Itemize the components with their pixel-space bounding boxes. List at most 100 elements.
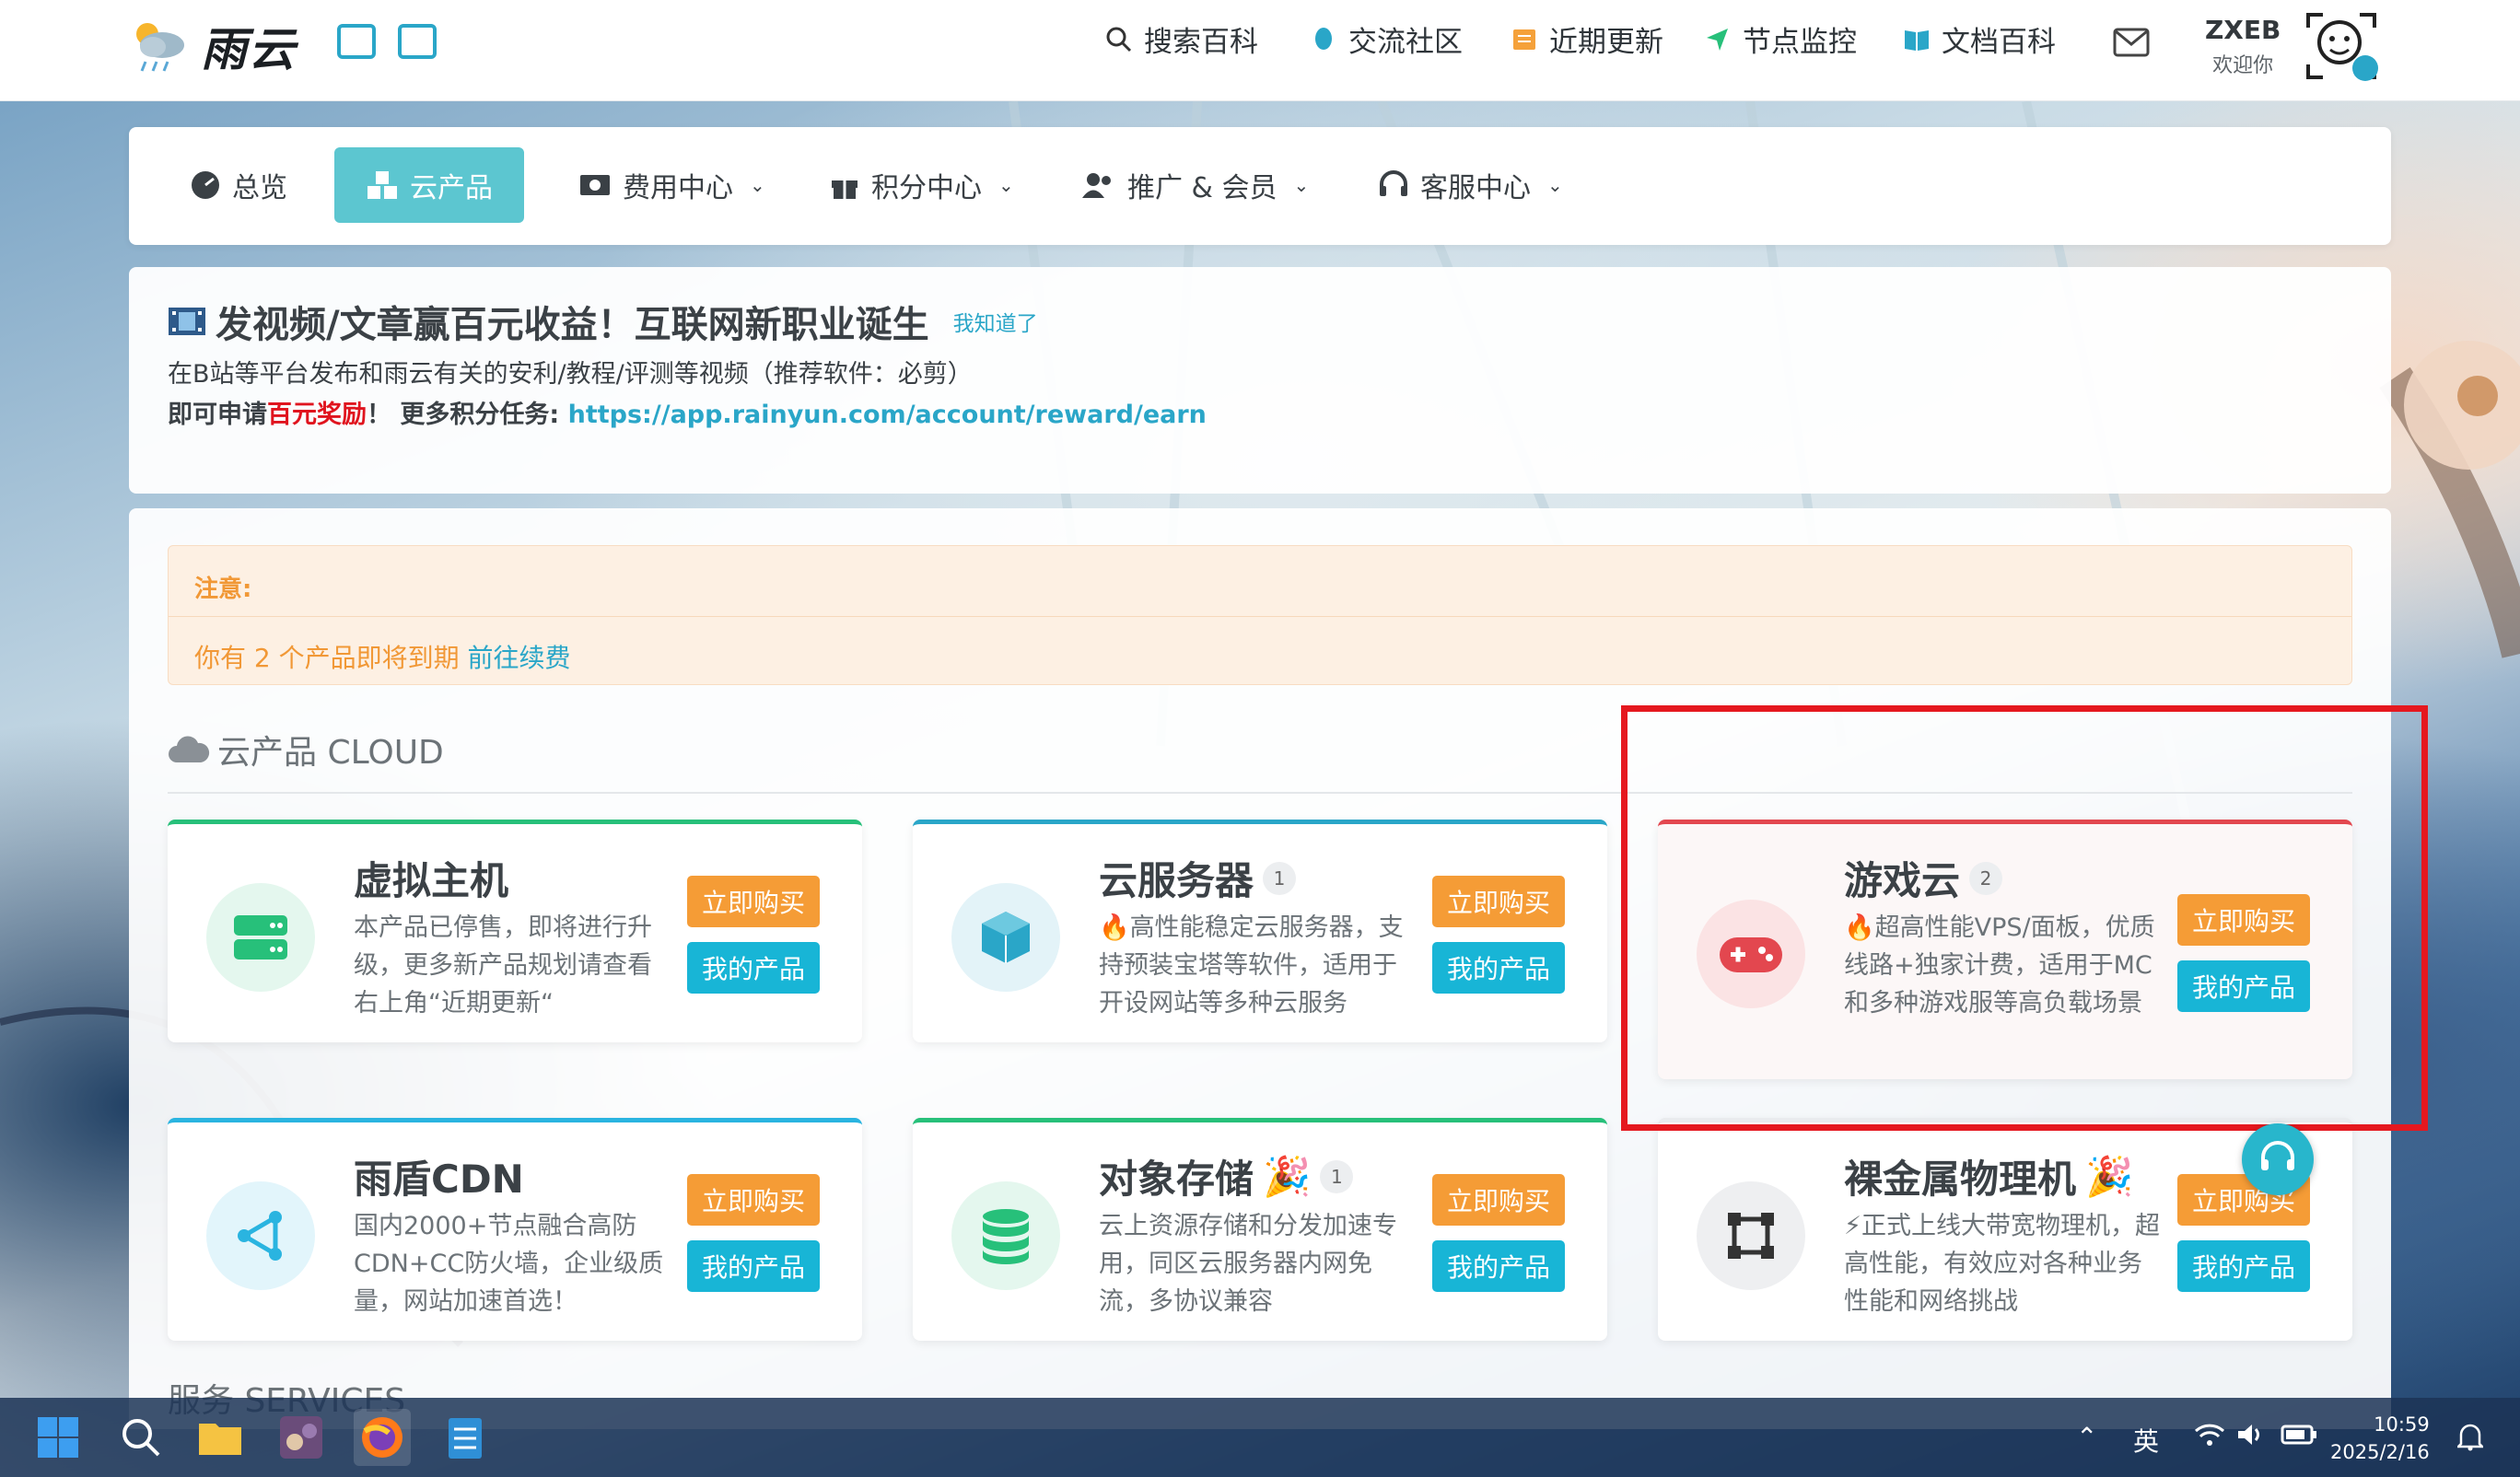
party-popper-icon: 🎉 <box>2085 1153 2134 1199</box>
ime-indicator[interactable]: 英 <box>2133 1422 2159 1459</box>
party-popper-icon: 🎉 <box>1263 1153 1312 1199</box>
announcement-title: 发视频/文章赢百元收益！互联网新职业诞生 我知道了 <box>168 295 1038 348</box>
my-products-button[interactable]: 我的产品 <box>2177 1240 2310 1292</box>
alert-title: 注意: <box>194 576 252 603</box>
nav-label: 搜索百科 <box>1144 26 1258 59</box>
avatar[interactable] <box>2303 7 2380 85</box>
product-description: 🔥超高性能VPS/面板，优质线路+独家计费，适用于MC和多种游戏服等高负载场景 <box>1844 913 2155 1018</box>
tray-expand-icon[interactable]: ⌃ <box>2076 1422 2097 1452</box>
section-title: 云产品 CLOUD <box>168 726 444 773</box>
nav-recent-updates[interactable]: 近期更新 <box>1511 18 1663 60</box>
nav-docs[interactable]: 文档百科 <box>1903 18 2056 60</box>
renew-link[interactable]: 前往续费 <box>468 643 571 673</box>
buy-now-button[interactable]: 立即购买 <box>1432 1174 1565 1226</box>
cube-icon <box>951 883 1060 992</box>
wifi-icon[interactable] <box>2194 1422 2225 1454</box>
rain-cloud-logo-icon <box>136 23 184 72</box>
volume-icon[interactable] <box>2236 1422 2266 1454</box>
menu-label: 总览 <box>232 172 287 204</box>
clock-time: 10:59 <box>2374 1413 2430 1436</box>
nav-community[interactable]: 交流社区 <box>1310 18 1463 60</box>
dismiss-link[interactable]: 我知道了 <box>953 306 1038 337</box>
money-icon <box>580 175 610 195</box>
logo-text: 雨云 <box>201 23 297 76</box>
announcement-line-1: 在B站等平台发布和雨云有关的安利/教程/评测等视频（推荐软件：必剪） <box>168 360 973 389</box>
announcement-heading: 发视频/文章赢百元收益！互联网新职业诞生 <box>216 304 929 346</box>
app-thumbnail-icon[interactable] <box>273 1409 330 1466</box>
taskbar-search-icon[interactable] <box>112 1409 169 1466</box>
menu-cloud-products[interactable]: 云产品 <box>334 147 524 223</box>
notification-bell-icon[interactable] <box>2455 1422 2486 1458</box>
my-products-button[interactable]: 我的产品 <box>2177 960 2310 1012</box>
product-description: 国内2000+节点融合高防CDN+CC防火墙，企业级质量，网站加速首选！ <box>354 1212 664 1316</box>
nav-label: 交流社区 <box>1348 26 1463 59</box>
top-navbar: 雨云 搜索百科 交流社区 近期更新 节点监控 文档百科 ZXEB 欢迎你 <box>0 0 2520 101</box>
user-info[interactable]: ZXEB 欢迎你 <box>2205 15 2281 78</box>
dashboard-icon <box>192 171 219 199</box>
nav-search-wiki[interactable]: 搜索百科 <box>1105 18 1258 60</box>
notepad-icon[interactable] <box>437 1409 494 1466</box>
product-name: 虚拟主机 <box>354 858 509 903</box>
support-chat-button[interactable] <box>2242 1123 2314 1195</box>
system-clock[interactable]: 10:59 2025/2/16 <box>2330 1411 2430 1466</box>
chevron-down-icon: ⌄ <box>1547 174 1563 196</box>
my-products-button[interactable]: 我的产品 <box>687 942 820 994</box>
buy-now-button[interactable]: 立即购买 <box>687 1174 820 1226</box>
product-card-cloud-server: 云服务器 1 🔥高性能稳定云服务器，支持预装宝塔等软件，适用于开设网站等多种云服务… <box>913 820 1607 1042</box>
alert-divider <box>169 616 2351 617</box>
product-name: 对象存储 <box>1099 1157 1254 1202</box>
menu-label: 推广 & 会员 <box>1127 172 1278 204</box>
reward-earn-link[interactable]: https://app.rainyun.com/account/reward/e… <box>568 401 1207 429</box>
menu-label: 云产品 <box>410 172 493 204</box>
nav-node-monitor[interactable]: 节点监控 <box>1704 18 1857 60</box>
file-explorer-icon[interactable] <box>192 1409 249 1466</box>
site-logo[interactable]: 雨云 <box>127 13 297 79</box>
my-products-button[interactable]: 我的产品 <box>1432 942 1565 994</box>
username: ZXEB <box>2205 15 2281 45</box>
image-icon[interactable] <box>337 24 376 59</box>
translate-icon[interactable] <box>398 24 437 59</box>
product-card-cdn: 雨盾CDN 国内2000+节点融合高防CDN+CC防火墙，企业级质量，网站加速首… <box>168 1118 862 1341</box>
clock-date: 2025/2/16 <box>2330 1441 2430 1463</box>
my-products-button[interactable]: 我的产品 <box>687 1240 820 1292</box>
database-icon <box>951 1181 1060 1290</box>
gamepad-icon <box>1697 900 1805 1008</box>
product-description: 本产品已停售，即将进行升级，更多新产品规划请查看右上角“近期更新“ <box>354 913 652 1018</box>
mail-icon[interactable] <box>2113 28 2150 57</box>
menu-customer-service[interactable]: 客服中心 ⌄ <box>1365 147 1576 223</box>
expiry-alert: 注意: 你有 2 个产品即将到期 前往续费 <box>168 545 2352 685</box>
search-icon <box>1106 27 1132 52</box>
reward-highlight: 百元奖励 <box>267 401 367 429</box>
share-icon <box>206 1181 315 1290</box>
announcement-panel: 发视频/文章赢百元收益！互联网新职业诞生 我知道了 在B站等平台发布和雨云有关的… <box>129 267 2391 494</box>
chevron-down-icon: ⌄ <box>1293 174 1310 196</box>
menu-promotion-membership[interactable]: 推广 & 会员 ⌄ <box>1068 147 1322 223</box>
firefox-icon[interactable] <box>354 1409 411 1466</box>
battery-icon[interactable] <box>2281 1422 2317 1452</box>
buy-now-button[interactable]: 立即购买 <box>2177 894 2310 946</box>
product-name: 裸金属物理机 <box>1844 1157 2077 1202</box>
alert-text: 你有 2 个产品即将到期 <box>194 643 460 673</box>
product-card-virtual-host: 虚拟主机 本产品已停售，即将进行升级，更多新产品规划请查看右上角“近期更新“ 立… <box>168 820 862 1042</box>
users-icon <box>1082 173 1111 198</box>
section-divider <box>168 792 2352 794</box>
welcome-text: 欢迎你 <box>2212 54 2274 77</box>
product-description: ⚡正式上线大带宽物理机，超高性能，有效应对各种业务性能和网络挑战 <box>1844 1212 2160 1316</box>
menu-overview[interactable]: 总览 <box>177 147 300 223</box>
film-icon <box>169 308 205 335</box>
headset-icon <box>2261 1141 2294 1170</box>
cloud-icon <box>169 736 210 762</box>
location-arrow-icon <box>1707 28 1728 51</box>
product-title: 对象存储 🎉 1 <box>1099 1148 1354 1204</box>
menu-billing[interactable]: 费用中心 ⌄ <box>566 147 778 223</box>
section-title-text: 云产品 CLOUD <box>217 734 444 772</box>
announcement-line-2: 即可申请百元奖励！ 更多积分任务: https://app.rainyun.co… <box>168 394 1207 430</box>
product-count-badge: 1 <box>1320 1159 1354 1193</box>
menu-points[interactable]: 积分中心 ⌄ <box>816 147 1027 223</box>
product-title: 裸金属物理机 🎉 <box>1844 1148 2133 1204</box>
my-products-button[interactable]: 我的产品 <box>1432 1240 1565 1292</box>
windows-start-icon[interactable] <box>29 1409 87 1466</box>
buy-now-button[interactable]: 立即购买 <box>687 876 820 927</box>
frame-icon <box>1697 1181 1805 1290</box>
buy-now-button[interactable]: 立即购买 <box>1432 876 1565 927</box>
